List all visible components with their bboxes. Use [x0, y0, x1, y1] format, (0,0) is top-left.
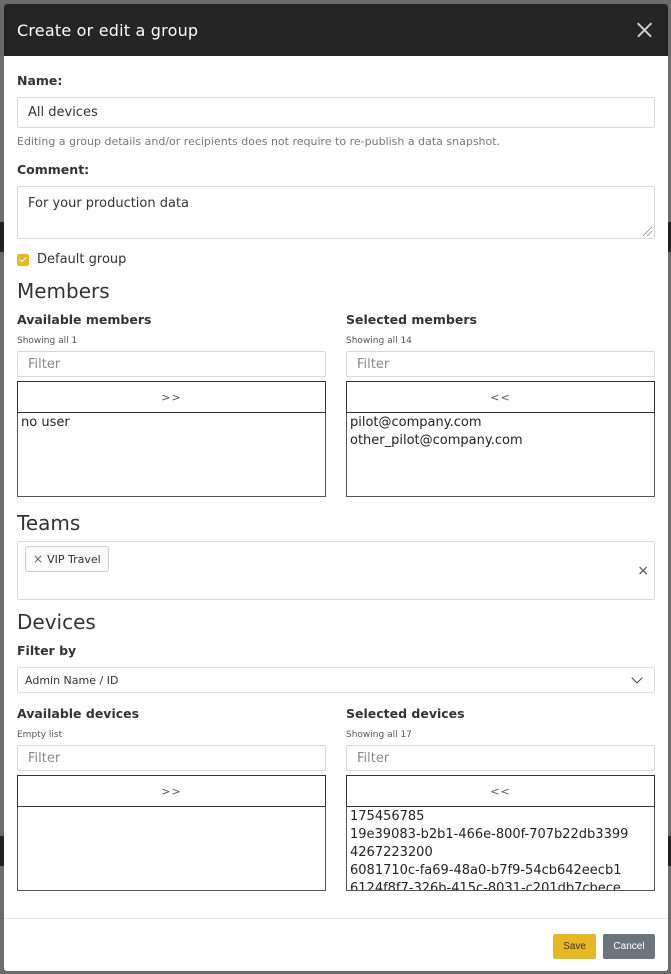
add-members-button[interactable]: >> — [17, 381, 326, 413]
available-devices-count: Empty list — [17, 730, 63, 740]
dialog-footer: Save Cancel — [4, 918, 668, 971]
list-item[interactable]: 175456785 — [350, 808, 651, 826]
name-input[interactable]: All devices — [17, 97, 655, 128]
selected-members-count: Showing all 14 — [346, 336, 412, 346]
list-item[interactable]: pilot@company.com — [350, 414, 651, 432]
cancel-button[interactable]: Cancel — [603, 934, 655, 959]
team-tag[interactable]: × VIP Travel — [25, 546, 109, 572]
group-dialog: Create or edit a group Name: All devices… — [4, 4, 668, 971]
remove-tag-icon[interactable]: × — [33, 552, 43, 566]
available-devices-list[interactable] — [17, 807, 326, 891]
list-item[interactable]: 6081710c-fa69-48a0-b7f9-54cb642eecb1 — [350, 862, 651, 880]
resize-handle-icon[interactable] — [643, 227, 652, 236]
save-button[interactable]: Save — [553, 934, 596, 959]
list-item[interactable]: 4267223200 — [350, 844, 651, 862]
teams-select[interactable]: × VIP Travel × — [17, 541, 655, 600]
comment-text: For your production data — [28, 196, 190, 211]
default-group-checkbox[interactable] — [17, 253, 29, 266]
available-devices-label: Available devices — [17, 706, 140, 721]
selected-devices-filter[interactable]: Filter — [346, 745, 655, 771]
remove-devices-button[interactable]: << — [346, 775, 655, 807]
teams-heading: Teams — [17, 511, 81, 535]
selected-devices-count: Showing all 17 — [346, 730, 412, 740]
filter-by-value: Admin Name / ID — [25, 673, 119, 687]
default-group-label: Default group — [37, 252, 127, 267]
clear-teams-icon[interactable]: × — [637, 563, 649, 579]
selected-members-list[interactable]: pilot@company.com other_pilot@company.co… — [346, 413, 655, 497]
list-item[interactable]: no user — [21, 414, 322, 432]
add-devices-button[interactable]: >> — [17, 775, 326, 807]
comment-label: Comment: — [17, 162, 90, 177]
default-group-row: Default group — [17, 252, 126, 267]
filter-by-select[interactable]: Admin Name / ID — [17, 667, 655, 693]
dialog-title: Create or edit a group — [17, 20, 199, 40]
devices-heading: Devices — [17, 610, 96, 634]
available-members-count: Showing all 1 — [17, 336, 78, 346]
available-members-list[interactable]: no user — [17, 413, 326, 497]
selected-members-filter[interactable]: Filter — [346, 351, 655, 377]
remove-members-button[interactable]: << — [346, 381, 655, 413]
filter-by-label: Filter by — [17, 643, 77, 658]
chevron-down-icon — [631, 672, 643, 684]
available-members-label: Available members — [17, 312, 152, 327]
team-tag-label: VIP Travel — [47, 552, 101, 566]
list-item[interactable]: other_pilot@company.com — [350, 432, 651, 450]
list-item[interactable]: 6124f8f7-326b-415c-8031-c201db7cbece — [350, 880, 651, 890]
close-icon[interactable] — [632, 18, 656, 42]
comment-textarea[interactable]: For your production data — [17, 186, 655, 239]
selected-devices-list[interactable]: 175456785 19e39083-b2b1-466e-800f-707b22… — [346, 807, 655, 891]
selected-devices-label: Selected devices — [346, 706, 465, 721]
selected-members-label: Selected members — [346, 312, 477, 327]
name-hint: Editing a group details and/or recipient… — [17, 135, 501, 148]
available-members-filter[interactable]: Filter — [17, 351, 326, 377]
dialog-header: Create or edit a group — [4, 4, 668, 56]
members-heading: Members — [17, 279, 110, 303]
available-devices-filter[interactable]: Filter — [17, 745, 326, 771]
name-label: Name: — [17, 73, 63, 88]
list-item[interactable]: 19e39083-b2b1-466e-800f-707b22db3399 — [350, 826, 651, 844]
